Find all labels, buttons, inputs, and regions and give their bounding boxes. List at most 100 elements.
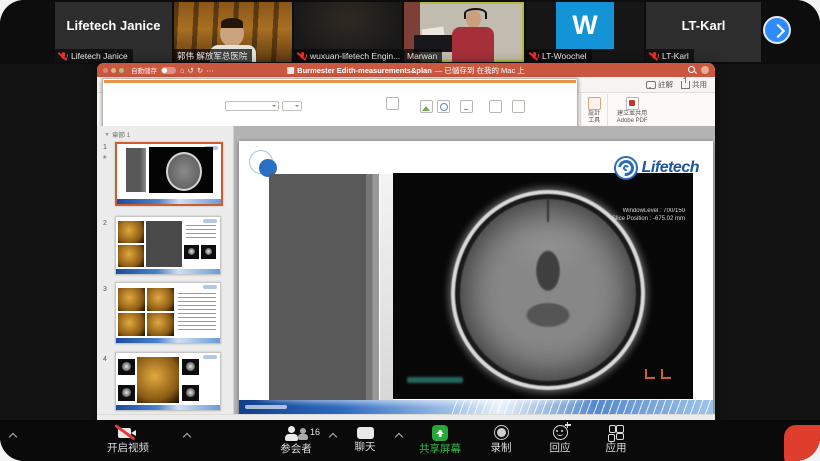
leave-button-partial[interactable]	[784, 425, 820, 461]
video-tile-guowei[interactable]: 郭伟 解放军总医院	[174, 2, 292, 62]
minimize-window-button[interactable]	[111, 68, 116, 73]
share-screen-button[interactable]: 共享屏幕	[405, 425, 475, 455]
thumb-gray-strip	[126, 148, 146, 192]
muted-mic-icon	[297, 51, 307, 61]
animation-star-icon: ★	[102, 154, 107, 161]
slide-number: 3	[103, 286, 107, 293]
participants-icon: 16	[284, 426, 308, 441]
apps-button[interactable]: 应用	[591, 425, 641, 454]
mute-options-chevron-icon[interactable]	[10, 432, 18, 440]
new-slide-button[interactable]: 新增投影片	[132, 107, 162, 114]
shapes-icon	[437, 100, 450, 113]
name-label: 郭伟 解放军总医院	[174, 49, 252, 62]
reactions-icon	[553, 425, 568, 440]
lifetech-logo-icon	[614, 156, 638, 180]
comments-button[interactable]: 註解	[646, 79, 673, 90]
video-tile-lifetech-janice[interactable]: Lifetech Janice Lifetech Janice	[55, 2, 172, 62]
thumb-footer-band	[117, 199, 221, 204]
current-slide[interactable]: WindowLevel : 700/150 Slice Position : -…	[239, 141, 713, 415]
participants-button[interactable]: 16 参会者	[266, 425, 326, 455]
new-slide-icon	[102, 93, 578, 129]
font-size-select[interactable]	[282, 101, 302, 111]
font-name-select[interactable]	[225, 101, 279, 111]
share-button[interactable]: 共用	[681, 79, 707, 90]
participant-face	[220, 20, 244, 47]
thumb-logo	[203, 285, 217, 289]
muted-mic-icon	[529, 51, 539, 61]
share-screen-icon	[432, 425, 448, 441]
video-tile-woochel[interactable]: W LT-Woochel	[526, 2, 644, 62]
name-label: wuxuan-lifetech Engin...	[294, 49, 402, 62]
autosave-label: 自動儲存	[131, 65, 157, 75]
tile-display-name: LT-Karl	[646, 18, 761, 33]
chat-chevron-icon[interactable]	[396, 432, 404, 440]
slide-footer-wave	[239, 400, 713, 415]
next-participants-button[interactable]	[763, 16, 791, 44]
slide-number: 4	[103, 356, 107, 363]
chat-button[interactable]: 聊天	[340, 425, 390, 453]
picture-icon	[420, 100, 433, 113]
ct-scale-marker	[645, 368, 671, 379]
thumb-logo	[203, 355, 217, 359]
video-options-chevron-icon[interactable]	[184, 432, 192, 440]
name-label: LT-Woochel	[526, 49, 592, 62]
footer-fineprint	[245, 405, 287, 409]
thumb-logo	[203, 219, 217, 223]
ppt-content: 章節 1 1 ★ 2	[97, 126, 715, 415]
zoom-meeting-window: Lifetech Janice Lifetech Janice 郭伟 解放军总医…	[0, 0, 820, 461]
record-icon	[494, 425, 509, 440]
screenshot-scroll-strip	[380, 174, 393, 400]
participant-shirt	[452, 27, 494, 62]
slide-number: 1	[103, 144, 107, 151]
slide-canvas: WindowLevel : 700/150 Slice Position : -…	[234, 126, 715, 415]
slide-thumbnail-2[interactable]	[115, 216, 221, 275]
comment-icon	[646, 81, 656, 89]
lifetech-logo: Lifetech	[614, 156, 699, 180]
ribbon-toolbar: 貼上 新增投影片 版面配置 重設 章節	[97, 93, 715, 129]
designer-button[interactable]: 設計工具	[586, 97, 602, 125]
tile-display-name: Lifetech Janice	[55, 18, 172, 33]
slide-thumbnails-pane: 章節 1 1 ★ 2	[97, 126, 234, 415]
document-icon	[287, 67, 294, 74]
adobe-pdf-button[interactable]: 建立並共用 Adobe PDF	[613, 97, 651, 125]
video-tile-wuxuan[interactable]: wuxuan-lifetech Engin...	[294, 2, 402, 62]
search-icon[interactable]	[688, 66, 696, 74]
start-video-button[interactable]: 开启视频	[96, 425, 160, 454]
arrange-icon	[489, 100, 502, 113]
titlebar-quick-icons[interactable]: ⌂↺↻⋯	[180, 66, 217, 75]
ct-overlay-info: WindowLevel : 700/150 Slice Position : -…	[612, 207, 685, 223]
close-window-button[interactable]	[103, 68, 108, 73]
collapse-icon	[105, 133, 109, 136]
thumb-footer-band	[116, 338, 220, 343]
letter-avatar: W	[556, 2, 614, 49]
slide-number: 2	[103, 220, 107, 227]
participants-chevron-icon[interactable]	[330, 432, 338, 440]
record-button[interactable]: 录制	[476, 425, 526, 454]
muted-mic-icon	[58, 51, 68, 61]
reactions-button[interactable]: 回应	[535, 425, 585, 454]
lifetech-logo-text: Lifetech	[642, 159, 699, 177]
textbox-icon	[460, 100, 473, 113]
participant-face	[466, 10, 481, 28]
video-tile-karl[interactable]: LT-Karl LT-Karl	[646, 2, 761, 62]
adobe-pdf-icon	[626, 97, 639, 110]
slide-thumbnail-3[interactable]	[115, 282, 221, 344]
section-header[interactable]: 章節 1	[105, 129, 130, 139]
slide-thumbnail-4[interactable]	[115, 352, 221, 411]
thumb-footer-band	[116, 405, 220, 410]
autosave-toggle[interactable]	[161, 67, 176, 74]
slide-thumbnail-1[interactable]	[115, 142, 223, 206]
powerpoint-window: 自動儲存 ⌂↺↻⋯ Burmester Edith-measurements&p…	[97, 63, 715, 420]
video-strip: Lifetech Janice Lifetech Janice 郭伟 解放军总医…	[0, 0, 820, 64]
document-title: Burmester Edith-measurements&plan — 已儲存到…	[287, 63, 525, 77]
thumb-footer-band	[116, 269, 220, 274]
quick-styles-icon	[512, 100, 525, 113]
zoom-toolbar: 开启视频 16 参会者 聊天 共享屏幕 录制 回应	[0, 420, 820, 461]
account-avatar[interactable]	[701, 66, 709, 74]
video-tile-marwan[interactable]: Marwan	[404, 2, 524, 62]
zoom-window-button[interactable]	[119, 68, 124, 73]
participants-count: 16	[310, 427, 320, 437]
muted-mic-icon	[649, 51, 659, 61]
smartart-icon	[386, 97, 399, 110]
name-label: Lifetech Janice	[55, 49, 133, 62]
